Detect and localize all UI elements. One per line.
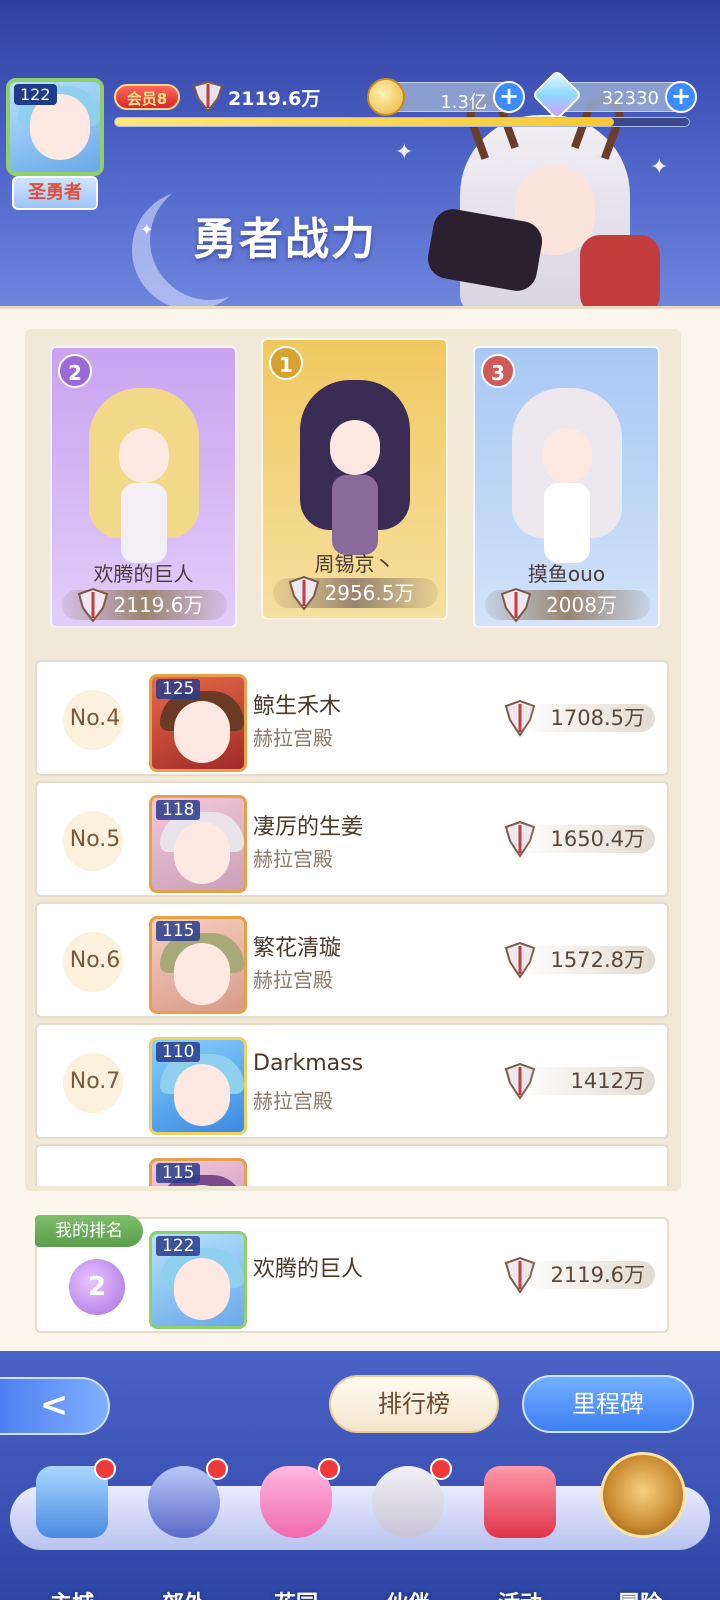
add-gem-button[interactable]: + (665, 81, 697, 113)
notification-dot (430, 1458, 452, 1480)
my-rank-label: 我的排名 (35, 1215, 143, 1247)
player-name: 摸鱼ouo (527, 562, 606, 586)
player-avatar[interactable]: 115 (149, 1158, 247, 1186)
ranking-row[interactable]: No.5 118 凄厉的生姜 赫拉宫殿 1650.4万 (35, 781, 669, 897)
ranking-row[interactable]: No.6 115 繁花清璇 赫拉宫殿 1572.8万 (35, 902, 669, 1018)
player-avatar[interactable]: 122 (149, 1231, 247, 1329)
nav-adventure[interactable]: 冒险 (590, 1452, 690, 1600)
nav-garden[interactable]: 花园 (246, 1458, 346, 1600)
page-title: 勇者战力 (193, 214, 377, 265)
nav-label: 主城 (22, 1586, 122, 1600)
player-power: 2008万 (485, 587, 650, 623)
gift-box-icon (484, 1466, 556, 1538)
guild-name: 赫拉宫殿 (253, 968, 333, 992)
star-icon: ✦ (395, 140, 414, 165)
character-portrait (88, 388, 199, 563)
gold-counter: 1.3亿 + (367, 78, 525, 116)
rank-number: No.6 (69, 948, 121, 973)
rank-medal-icon: 1 (269, 346, 303, 380)
player-level: 118 (156, 800, 201, 820)
my-rank-row[interactable]: 我的排名 2 122 欢腾的巨人 2119.6万 (35, 1215, 669, 1333)
nav-partner[interactable]: 伙伴 (358, 1458, 458, 1600)
player-power: 2119.6万 (517, 1261, 655, 1289)
gold-value: 1.3亿 (440, 92, 487, 113)
player-power: 1572.8万 (517, 946, 655, 974)
nav-label: 活动 (470, 1586, 570, 1600)
rank-number: No.4 (69, 706, 121, 731)
player-avatar[interactable]: 118 (149, 795, 247, 893)
banner-character (424, 89, 660, 310)
player-power: 2119.6万 (62, 587, 227, 623)
guild-name: 赫拉宫殿 (253, 726, 333, 750)
character-portrait (511, 388, 622, 563)
nav-label: 伙伴 (358, 1586, 458, 1600)
nav-label: 郊外 (134, 1586, 234, 1600)
power-sword-icon (500, 587, 532, 623)
player-name: 鲸生禾木 (253, 694, 342, 719)
player-level: 110 (156, 1042, 201, 1062)
rank-number: No.5 (69, 827, 121, 852)
top-card-rank-3[interactable]: 3 摸鱼ouo 2008万 (473, 346, 660, 628)
player-avatar[interactable]: 110 (149, 1037, 247, 1135)
back-arrow-icon: < (39, 1385, 69, 1425)
add-gold-button[interactable]: + (493, 81, 525, 113)
player-power: 2956.5万 (273, 575, 438, 611)
top-card-rank-2[interactable]: 2 欢腾的巨人 2119.6万 (50, 346, 237, 628)
guild-name: 赫拉宫殿 (253, 847, 333, 871)
gem-counter: 32330 + (531, 69, 697, 121)
compass-icon (600, 1452, 686, 1538)
guild-name: 赫拉宫殿 (253, 1089, 333, 1113)
ranking-row[interactable]: No.7 110 Darkmass 赫拉宫殿 1412万 (35, 1023, 669, 1139)
player-title-badge[interactable]: 圣勇者 (12, 176, 98, 210)
nav-main-city[interactable]: 主城 (22, 1458, 122, 1600)
player-name: Darkmass (253, 1051, 364, 1076)
nav-outskirts[interactable]: 郊外 (134, 1458, 234, 1600)
player-power: 1412万 (517, 1067, 655, 1095)
player-level: 122 (14, 84, 57, 105)
milestone-button[interactable]: 里程碑 (522, 1375, 694, 1433)
power-sword-icon (288, 575, 320, 611)
player-power: 2119.6万 (228, 88, 321, 110)
back-button[interactable]: < (0, 1377, 110, 1435)
player-power: 1650.4万 (517, 825, 655, 853)
notification-dot (206, 1458, 228, 1480)
nav-label: 花园 (246, 1586, 346, 1600)
ranking-row-partial[interactable]: 115 (35, 1144, 669, 1186)
player-name: 繁花清璇 (253, 936, 342, 961)
star-icon: ✦ (140, 220, 154, 239)
player-name: 欢腾的巨人 (93, 562, 194, 586)
power-sword-icon (192, 80, 224, 113)
player-level: 125 (156, 679, 201, 699)
rank-medal-icon: 3 (481, 354, 515, 388)
nav-label: 冒险 (590, 1586, 690, 1600)
player-avatar[interactable]: 125 (149, 674, 247, 772)
player-level: 115 (156, 1163, 201, 1183)
notification-dot (318, 1458, 340, 1480)
player-level: 122 (156, 1236, 201, 1256)
player-level: 115 (156, 921, 201, 941)
rank-medal-icon: 2 (58, 354, 92, 388)
nav-activity[interactable]: 活动 (470, 1458, 570, 1600)
leaderboard-button[interactable]: 排行榜 (329, 1375, 499, 1433)
power-sword-icon (77, 587, 109, 623)
player-avatar[interactable]: 115 (149, 916, 247, 1014)
player-name: 凄厉的生姜 (253, 815, 364, 840)
header: ✦ ✦ ✦ 122 圣勇者 会员8 2119.6万 1.3亿 + 32330 +… (0, 0, 720, 310)
character-portrait (299, 380, 410, 555)
gold-coin-icon (367, 78, 405, 116)
player-name: 周锡京丶 (314, 552, 395, 576)
player-avatar[interactable]: 122 (6, 78, 104, 176)
top-card-rank-1[interactable]: 1 周锡京丶 2956.5万 (261, 338, 448, 620)
rank-number: No.7 (69, 1069, 121, 1094)
vip-badge[interactable]: 会员8 (114, 84, 180, 110)
player-name: 欢腾的巨人 (253, 1257, 364, 1282)
ranking-row[interactable]: No.4 125 鲸生禾木 赫拉宫殿 1708.5万 (35, 660, 669, 776)
experience-bar (114, 117, 690, 127)
my-rank-medal-icon: 2 (69, 1259, 125, 1315)
gem-value: 32330 (601, 88, 659, 109)
notification-dot (94, 1458, 116, 1480)
experience-bar-fill (115, 118, 615, 126)
player-power: 1708.5万 (517, 704, 655, 732)
